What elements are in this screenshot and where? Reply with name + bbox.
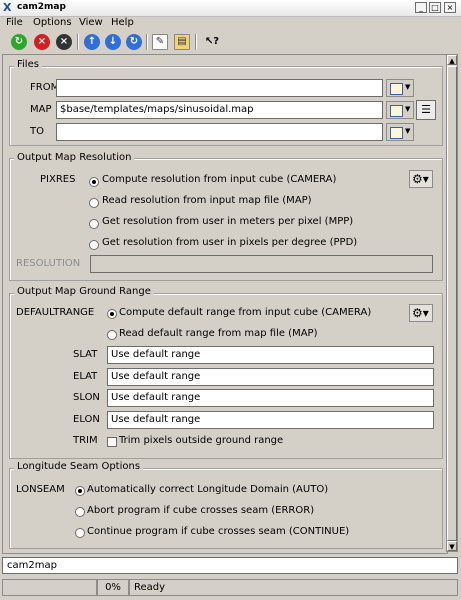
toolbar-separator [146, 34, 148, 50]
file-browse-icon [390, 127, 403, 139]
menu-options[interactable]: Options [33, 16, 72, 30]
defaultrange-radio-map[interactable] [107, 330, 117, 340]
defaultrange-radio-camera[interactable] [107, 309, 117, 319]
app-x-icon: X [3, 1, 12, 14]
map-file-button[interactable]: ▼ [386, 101, 414, 119]
file-browse-icon [390, 105, 403, 117]
slon-label: SLON [73, 392, 100, 403]
arrow-down-icon[interactable]: ↓ [105, 34, 121, 50]
pixres-label: PIXRES [40, 174, 76, 185]
chevron-down-icon: ▼ [405, 127, 411, 135]
scroll-down-icon[interactable]: ▼ [447, 541, 457, 551]
menu-view[interactable]: View [79, 16, 103, 30]
toolbar-separator [77, 34, 79, 50]
lonseam-label: LONSEAM [16, 484, 65, 495]
pixres-option-ppd: Get resolution from user in pixels per d… [102, 237, 358, 248]
files-group-title: Files [14, 59, 42, 71]
chevron-down-icon: ▼ [405, 83, 411, 91]
elat-label: ELAT [73, 371, 98, 382]
lonseam-radio-auto[interactable] [75, 486, 85, 496]
title-bar [0, 0, 461, 17]
trim-checkbox[interactable] [107, 437, 117, 447]
scroll-up-icon[interactable]: ▲ [447, 55, 457, 65]
exit-icon[interactable]: × [56, 34, 72, 50]
scroll-thumb[interactable] [447, 66, 457, 541]
lonseam-radio-error[interactable] [75, 507, 85, 517]
whats-this-icon[interactable]: ↖? [201, 34, 223, 50]
edit-icon[interactable]: ✎ [152, 34, 168, 50]
map-label: MAP [30, 104, 52, 115]
arrow-up-icon[interactable]: ↑ [84, 34, 100, 50]
run-icon[interactable]: ↻ [11, 34, 27, 50]
pixres-gear-icon[interactable]: ⚙▾ [409, 170, 433, 188]
from-file-button[interactable]: ▼ [386, 79, 414, 97]
resolution-label: RESOLUTION [16, 258, 81, 269]
window-title: cam2map [17, 2, 66, 12]
lonseam-option-auto: Automatically correct Longitude Domain (… [87, 484, 329, 495]
map-list-button[interactable]: ☰ [416, 100, 436, 120]
to-label: TO [30, 126, 44, 137]
ground-range-group-title: Output Map Ground Range [14, 286, 154, 298]
pixres-option-mpp: Get resolution from user in meters per p… [102, 216, 354, 227]
defaultrange-option-map: Read default range from map file (MAP) [119, 328, 318, 339]
command-line[interactable]: cam2map [2, 557, 458, 574]
defaultrange-label: DEFAULTRANGE [16, 307, 95, 318]
pixres-radio-camera[interactable] [89, 177, 99, 187]
toolbar-separator [195, 34, 197, 50]
close-button[interactable]: × [444, 2, 456, 13]
elon-label: ELON [73, 414, 100, 425]
trim-checkbox-label: Trim pixels outside ground range [119, 435, 284, 446]
slat-label: SLAT [73, 349, 98, 360]
pixres-option-camera: Compute resolution from input cube (CAME… [102, 174, 337, 185]
status-spacer [2, 579, 97, 596]
pixres-radio-ppd[interactable] [89, 240, 99, 250]
resolution-group-title: Output Map Resolution [14, 152, 135, 164]
minimize-button[interactable]: _ [415, 2, 427, 13]
slon-input[interactable]: Use default range [107, 389, 434, 407]
from-label: FROM [30, 82, 60, 93]
defaultrange-gear-icon[interactable]: ⚙▾ [409, 304, 433, 322]
vertical-scrollbar[interactable]: ▲ ▼ [446, 54, 458, 552]
lonseam-radio-continue[interactable] [75, 528, 85, 538]
pixres-option-map: Read resolution from input map file (MAP… [102, 195, 312, 206]
maximize-button[interactable]: □ [429, 2, 441, 13]
lonseam-option-error: Abort program if cube crosses seam (ERRO… [87, 505, 315, 516]
stop-icon[interactable]: × [34, 34, 50, 50]
lonseam-group-title: Longitude Seam Options [14, 461, 144, 473]
to-file-button[interactable]: ▼ [386, 123, 414, 141]
pixres-radio-mpp[interactable] [89, 219, 99, 229]
file-browse-icon [390, 83, 403, 95]
elon-input[interactable]: Use default range [107, 411, 434, 429]
reset-icon[interactable]: ↻ [126, 34, 142, 50]
menu-help[interactable]: Help [111, 16, 134, 30]
map-input[interactable]: $base/templates/maps/sinusoidal.map [56, 101, 383, 119]
pixres-radio-map[interactable] [89, 198, 99, 208]
lonseam-option-continue: Continue program if cube crosses seam (C… [87, 526, 350, 537]
menu-file[interactable]: File [6, 16, 23, 30]
log-icon[interactable]: ▤ [174, 34, 190, 50]
chevron-down-icon: ▼ [405, 105, 411, 113]
resolution-input[interactable] [90, 255, 433, 273]
defaultrange-option-camera: Compute default range from input cube (C… [119, 307, 372, 318]
trim-label: TRIM [73, 435, 98, 446]
to-input[interactable] [56, 123, 383, 141]
status-text: Ready [129, 579, 458, 596]
elat-input[interactable]: Use default range [107, 368, 434, 386]
from-input[interactable] [56, 79, 383, 97]
slat-input[interactable]: Use default range [107, 346, 434, 364]
progress-percent: 0% [97, 579, 129, 596]
